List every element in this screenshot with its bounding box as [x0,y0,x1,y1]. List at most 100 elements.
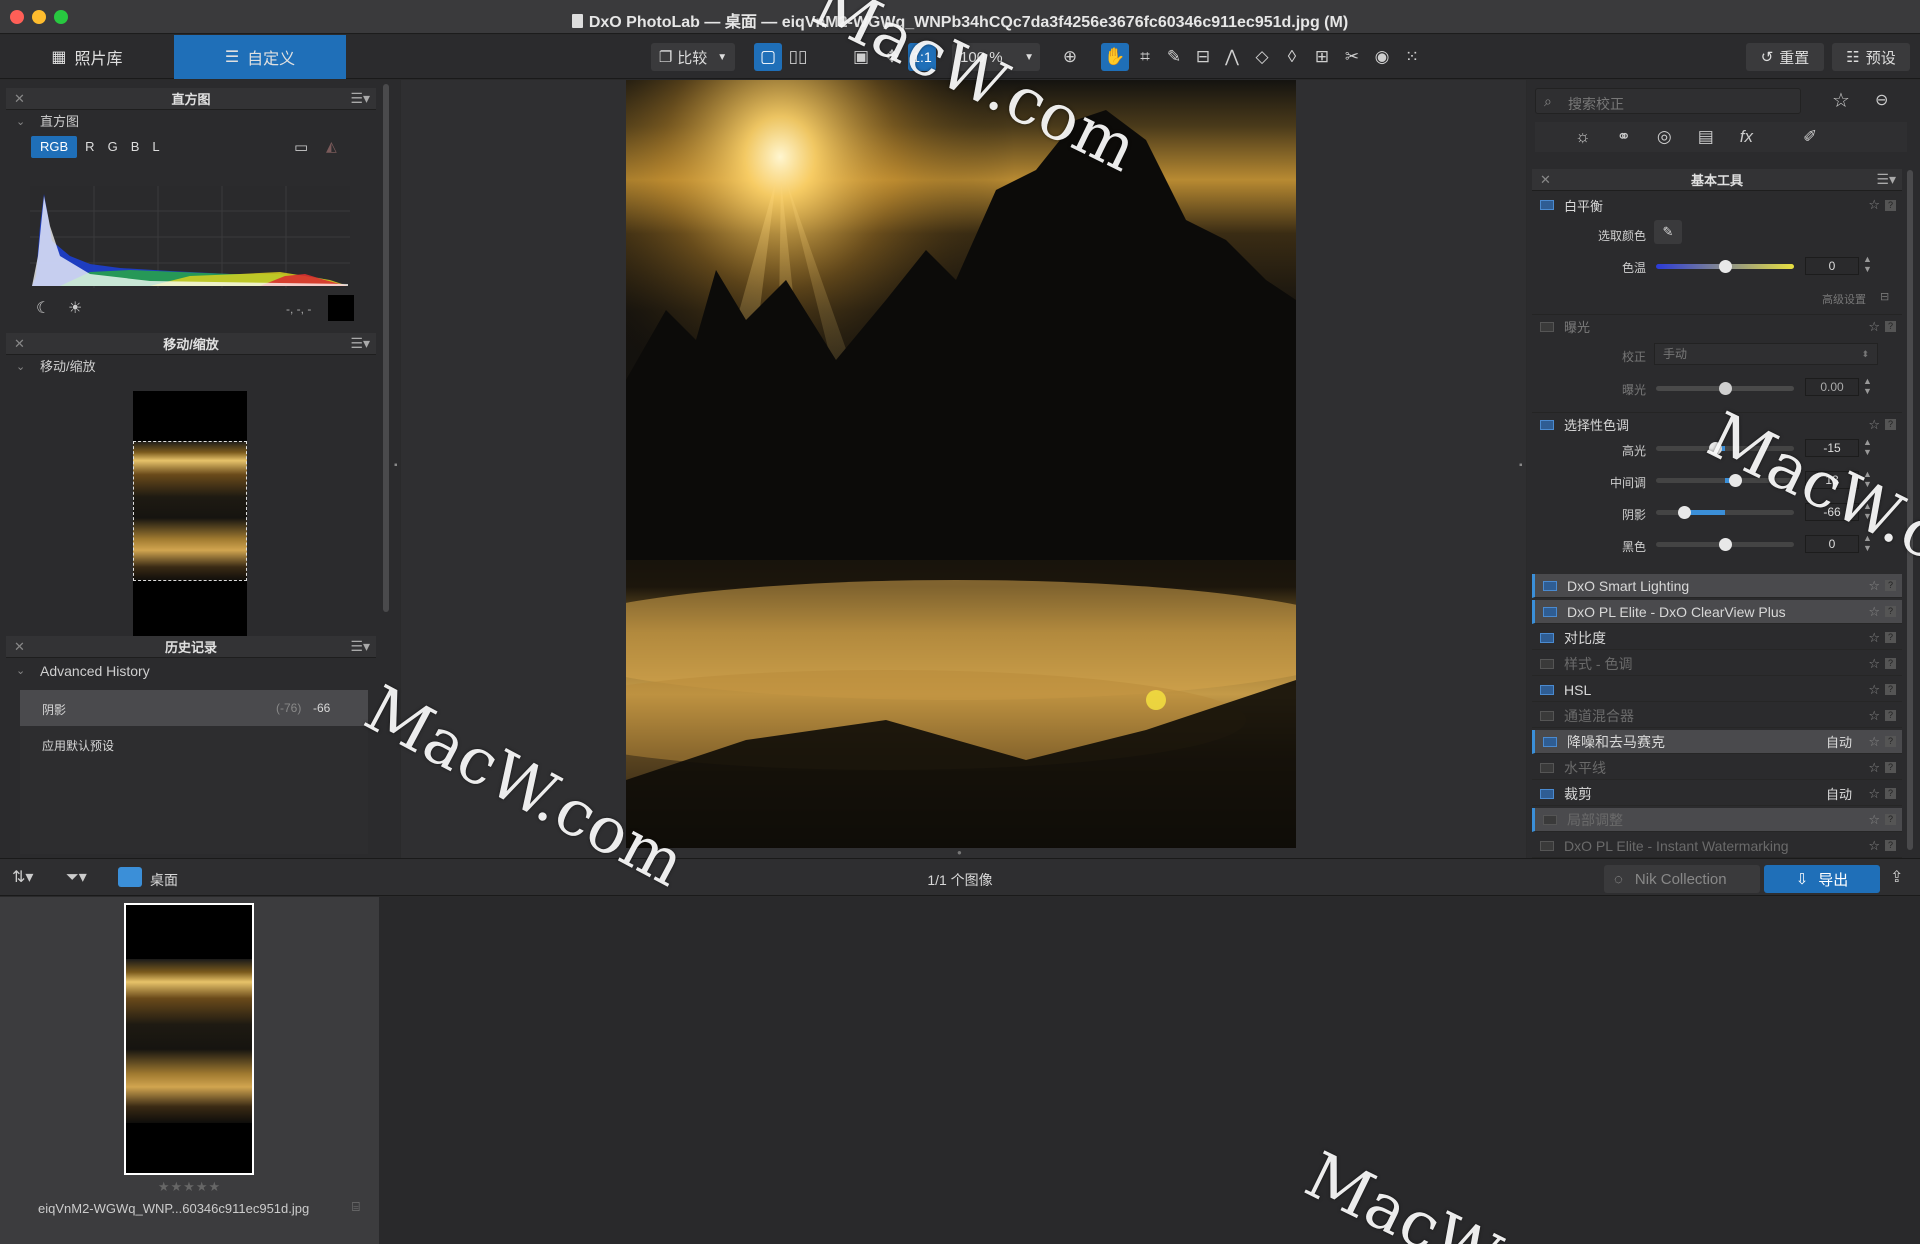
geometry-palette-icon[interactable]: ▤ [1698,127,1714,147]
help-icon[interactable]: ? [1885,632,1896,643]
module-toggle[interactable] [1543,814,1557,825]
help-icon[interactable]: ? [1885,580,1896,591]
tool-module[interactable]: 局部调整 ☆? [1532,808,1902,832]
rating-stars[interactable]: ★★★★★ [0,1179,379,1195]
expand-icon[interactable]: ⊟ [1880,290,1889,303]
star-icon[interactable]: ☆ [1868,578,1880,594]
help-icon[interactable]: ? [1885,684,1896,695]
tone-field[interactable]: -66 [1805,503,1859,521]
compare-button[interactable]: ❐ 比较 ▼ [651,43,735,71]
module-toggle[interactable] [1540,762,1554,773]
close-icon[interactable]: ✕ [14,91,25,107]
navigator-viewport-frame[interactable] [133,441,247,581]
star-icon[interactable]: ☆ [1868,734,1880,750]
volume-deform-icon[interactable]: ◇ [1248,43,1276,71]
collapse-right-icon[interactable]: ▪ [1519,460,1523,471]
star-icon[interactable]: ☆ [1868,319,1880,335]
tone-field[interactable]: 13 [1805,471,1859,489]
perspective-icon[interactable]: ⋀ [1218,43,1246,71]
module-toggle[interactable] [1540,632,1554,643]
help-icon[interactable]: ? [1885,710,1896,721]
right-panel-scrollbar[interactable] [1907,170,1913,850]
hand-tool-icon[interactable]: ✋ [1101,43,1129,71]
thumbnail-cell[interactable]: ★★★★★ eiqVnM2-WGWq_WNP...60346c911ec951d… [0,897,379,1244]
menu-icon[interactable]: ☰▾ [350,335,370,352]
stepper-icon[interactable]: ▲ ▼ [1863,501,1872,521]
star-icon[interactable]: ☆ [1868,604,1880,620]
moon-icon[interactable]: ☾ [36,298,50,318]
module-toggle[interactable] [1540,710,1554,721]
fit-screen-icon[interactable]: ▣ [847,43,875,71]
correction-select[interactable]: 手动 ⬍ [1654,343,1878,365]
eyedropper-icon[interactable]: ✎ [1160,43,1188,71]
help-icon[interactable]: ? [1885,814,1896,825]
star-icon[interactable]: ☆ [1868,417,1880,433]
repair-icon[interactable]: ✂ [1338,43,1366,71]
effects-palette-icon[interactable]: fx [1740,127,1753,147]
tone-slider[interactable] [1656,478,1794,483]
thumbnail-image[interactable] [124,903,254,1175]
star-icon[interactable]: ☆ [1868,708,1880,724]
move-icon[interactable]: ✥ [878,43,906,71]
tone-slider-knob[interactable] [1719,538,1732,551]
reset-button[interactable]: ↺ 重置 [1746,43,1824,71]
tool-module[interactable]: 对比度 ☆? [1532,626,1902,650]
channel-button-g[interactable]: G [103,136,123,158]
white-balance-header[interactable]: 白平衡 ☆? [1532,193,1902,217]
tone-slider-knob[interactable] [1728,474,1742,487]
tone-slider-knob[interactable] [1677,506,1691,519]
selective-tone-header[interactable]: 选择性色调 ☆? [1532,412,1902,436]
advanced-settings-link[interactable]: 高级设置 [1822,291,1866,307]
star-icon[interactable]: ☆ [1868,838,1880,854]
history-section[interactable]: ⌄ Advanced History [6,658,376,684]
help-icon[interactable]: ? [1885,762,1896,773]
star-icon[interactable]: ☆ [1868,760,1880,776]
export-button[interactable]: ⇩ 导出 [1764,865,1880,893]
collapse-left-icon[interactable]: ▪ [394,460,398,471]
close-icon[interactable]: ✕ [14,639,25,655]
tone-slider[interactable] [1656,510,1794,515]
stepper-icon[interactable]: ▲ ▼ [1863,533,1872,553]
zoom-select[interactable]: 100 % ▼ [952,43,1040,71]
channel-button-b[interactable]: B [126,136,145,158]
gamut-icon[interactable]: ◭ [326,138,337,155]
exposure-toggle[interactable] [1540,321,1554,332]
star-icon[interactable]: ☆ [1868,786,1880,802]
module-toggle[interactable] [1543,736,1557,747]
search-input[interactable]: ⌕ 搜索校正 [1535,88,1801,114]
help-icon[interactable]: ? [1885,788,1896,799]
crop-icon[interactable]: ⌗ [1131,43,1159,71]
star-filter-icon[interactable]: ☆ [1832,88,1850,113]
tool-module[interactable]: HSL ☆? [1532,678,1902,702]
menu-icon[interactable]: ☰▾ [1876,171,1896,188]
exposure-slider-knob[interactable] [1719,382,1732,395]
help-icon[interactable]: ? [1885,419,1896,430]
resize-handle-icon[interactable]: ● [957,848,962,857]
stepper-icon[interactable]: ▲ ▼ [1863,376,1872,396]
module-toggle[interactable] [1540,684,1554,695]
temperature-field[interactable]: 0 [1805,257,1859,275]
channel-button-l[interactable]: L [147,136,164,158]
stepper-icon[interactable]: ▲ ▼ [1863,437,1872,457]
tool-module[interactable]: 水平线 ☆? [1532,756,1902,780]
white-balance-toggle[interactable] [1540,200,1554,210]
tool-module[interactable]: DxO Smart Lighting ☆? [1532,574,1902,598]
channel-button-rgb[interactable]: RGB [31,136,78,158]
channel-button-r[interactable]: R [80,136,99,158]
tool-module[interactable]: DxO PL Elite - Instant Watermarking ☆? [1532,834,1902,858]
star-icon[interactable]: ☆ [1868,197,1880,213]
share-icon[interactable]: ⇪ [1890,867,1903,887]
tool-module[interactable]: 降噪和去马赛克 自动 ☆? [1532,730,1902,754]
local-adjust-icon[interactable]: ✐ [1803,127,1817,147]
menu-icon[interactable]: ☰▾ [350,90,370,107]
selective-tone-toggle[interactable] [1540,419,1554,430]
tone-field[interactable]: 0 [1805,535,1859,553]
image-viewer[interactable]: ▪ ▪ ● [394,80,1526,858]
tool-module[interactable]: 通道混合器 ☆? [1532,704,1902,728]
star-icon[interactable]: ☆ [1868,630,1880,646]
eyedropper-icon[interactable]: ✎ [1654,220,1682,244]
close-icon[interactable]: ✕ [14,336,25,352]
presets-button[interactable]: ☷ 预设 [1832,43,1910,71]
split-view-icon[interactable]: ▯▯ [784,43,812,71]
stepper-icon[interactable]: ▲ ▼ [1863,254,1872,274]
